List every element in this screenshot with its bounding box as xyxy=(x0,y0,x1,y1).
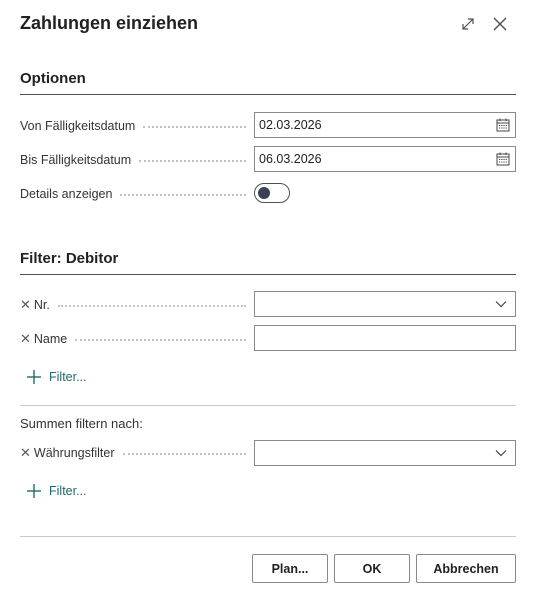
remove-filter-icon[interactable]: ✕ xyxy=(20,331,31,347)
plus-icon xyxy=(27,484,41,498)
chevron-down-icon[interactable] xyxy=(493,445,509,461)
toggle-knob xyxy=(258,187,270,199)
section-divider xyxy=(20,405,516,406)
filter-name-label: ✕ Name xyxy=(20,330,246,348)
from-due-date-label: Von Fälligkeitsdatum xyxy=(20,117,246,135)
show-details-label-text: Details anzeigen xyxy=(20,187,113,201)
add-totals-filter-button[interactable]: Filter... xyxy=(26,483,87,499)
label-leader-dots xyxy=(57,305,246,307)
show-details-toggle[interactable] xyxy=(254,183,290,203)
label-leader-dots xyxy=(143,126,246,128)
dialog-title: Zahlungen einziehen xyxy=(20,13,199,33)
filter-name-input[interactable] xyxy=(254,325,516,351)
currency-filter-label: ✕ Währungsfilter xyxy=(20,444,246,462)
label-leader-dots xyxy=(139,160,246,162)
currency-filter-select[interactable] xyxy=(254,440,516,466)
chevron-down-icon[interactable] xyxy=(493,296,509,312)
close-icon[interactable] xyxy=(490,14,510,34)
add-totals-filter-label[interactable]: Filter... xyxy=(49,484,87,498)
to-due-date-field[interactable]: 06.03.2026 xyxy=(254,146,516,172)
filter-no-label: ✕ Nr. xyxy=(20,296,246,314)
filter-no-select[interactable] xyxy=(254,291,516,317)
options-section-title: Optionen xyxy=(20,70,86,87)
plan-button[interactable]: Plan... xyxy=(252,554,328,583)
add-customer-filter-button[interactable]: Filter... xyxy=(26,369,87,385)
to-due-date-label-text: Bis Fälligkeitsdatum xyxy=(20,153,132,167)
footer-divider xyxy=(20,536,516,537)
remove-filter-icon[interactable]: ✕ xyxy=(20,445,31,461)
label-leader-dots xyxy=(120,194,246,196)
options-section-divider xyxy=(20,94,516,95)
show-details-label: Details anzeigen xyxy=(20,185,246,203)
cancel-button[interactable]: Abbrechen xyxy=(416,554,516,583)
add-customer-filter-label[interactable]: Filter... xyxy=(49,370,87,384)
label-leader-dots xyxy=(75,339,246,341)
from-due-date-value[interactable]: 02.03.2026 xyxy=(259,118,495,132)
expand-icon[interactable] xyxy=(458,14,478,34)
filter-name-label-text: Name xyxy=(33,332,68,346)
to-due-date-label: Bis Fälligkeitsdatum xyxy=(20,151,246,169)
label-leader-dots xyxy=(122,453,246,455)
currency-filter-label-text: Währungsfilter xyxy=(33,446,115,460)
from-due-date-label-text: Von Fälligkeitsdatum xyxy=(20,119,136,133)
totals-filter-heading: Summen filtern nach: xyxy=(20,416,143,431)
ok-button[interactable]: OK xyxy=(334,554,410,583)
calendar-icon[interactable] xyxy=(495,151,511,167)
remove-filter-icon[interactable]: ✕ xyxy=(20,297,31,313)
filter-no-label-text: Nr. xyxy=(33,298,50,312)
customer-filter-section-title: Filter: Debitor xyxy=(20,250,119,267)
plus-icon xyxy=(27,370,41,384)
customer-filter-section-divider xyxy=(20,274,516,275)
to-due-date-value[interactable]: 06.03.2026 xyxy=(259,152,495,166)
calendar-icon[interactable] xyxy=(495,117,511,133)
from-due-date-field[interactable]: 02.03.2026 xyxy=(254,112,516,138)
